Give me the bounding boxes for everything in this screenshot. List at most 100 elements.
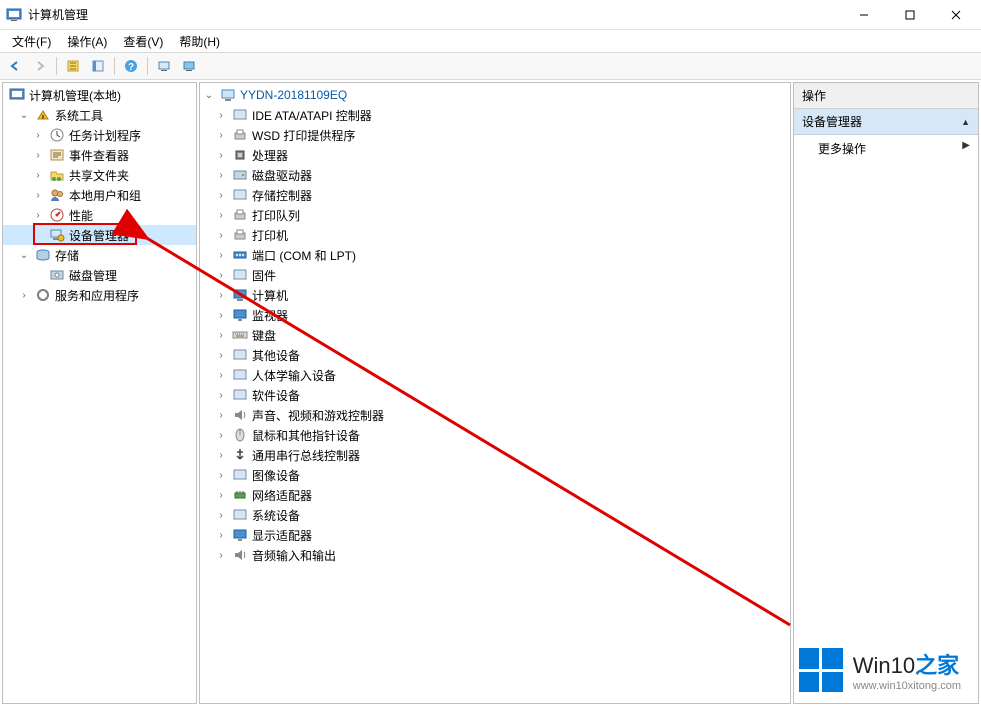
actions-section-label: 设备管理器 — [802, 113, 862, 130]
device-category[interactable]: ›音频输入和输出 — [200, 545, 790, 565]
menu-view[interactable]: 查看(V) — [115, 31, 171, 52]
expand-icon[interactable]: › — [31, 148, 45, 162]
expand-icon[interactable]: › — [214, 428, 228, 442]
device-category[interactable]: ›图像设备 — [200, 465, 790, 485]
system-device-icon — [232, 507, 248, 523]
tree-storage[interactable]: ⌄ 存储 — [3, 245, 196, 265]
device-category[interactable]: ›系统设备 — [200, 505, 790, 525]
device-category[interactable]: ›IDE ATA/ATAPI 控制器 — [200, 105, 790, 125]
forward-button[interactable] — [29, 55, 51, 77]
tree-root-computer-mgmt[interactable]: 计算机管理(本地) — [3, 85, 196, 105]
device-category[interactable]: › WSD 打印提供程序 — [200, 125, 790, 145]
device-category-label: 端口 (COM 和 LPT) — [252, 247, 356, 264]
device-category[interactable]: › 其他设备 — [200, 345, 790, 365]
collapse-icon[interactable]: ⌄ — [17, 108, 31, 122]
device-category[interactable]: › 计算机 — [200, 285, 790, 305]
expand-icon[interactable]: › — [17, 288, 31, 302]
expand-icon[interactable]: › — [31, 188, 45, 202]
tree-local-users[interactable]: › 本地用户和组 — [3, 185, 196, 205]
tree-label: 事件查看器 — [69, 147, 129, 164]
help-button[interactable]: ? — [120, 55, 142, 77]
printer-icon — [232, 227, 248, 243]
device-category[interactable]: ›磁盘驱动器 — [200, 165, 790, 185]
device-category[interactable]: › 声音、视频和游戏控制器 — [200, 405, 790, 425]
device-category[interactable]: ›鼠标和其他指针设备 — [200, 425, 790, 445]
show-hide-tree-button[interactable] — [62, 55, 84, 77]
tree-shared-folders[interactable]: › 共享文件夹 — [3, 165, 196, 185]
device-category[interactable]: ›固件 — [200, 265, 790, 285]
expand-icon[interactable]: › — [31, 168, 45, 182]
device-category[interactable]: ›软件设备 — [200, 385, 790, 405]
close-button[interactable] — [933, 0, 979, 30]
expand-icon[interactable]: › — [214, 488, 228, 502]
collapse-icon[interactable]: ⌄ — [17, 248, 31, 262]
menu-action[interactable]: 操作(A) — [59, 31, 115, 52]
device-category[interactable]: ›通用串行总线控制器 — [200, 445, 790, 465]
expand-icon[interactable]: › — [214, 248, 228, 262]
collapse-triangle-icon[interactable]: ▲ — [961, 117, 970, 127]
device-category[interactable]: › 监视器 — [200, 305, 790, 325]
collapse-icon[interactable]: ⌄ — [202, 88, 216, 102]
device-category[interactable]: ›显示适配器 — [200, 525, 790, 545]
expand-icon[interactable]: › — [214, 388, 228, 402]
maximize-button[interactable] — [887, 0, 933, 30]
view-button[interactable] — [178, 55, 200, 77]
expand-icon[interactable]: › — [214, 408, 228, 422]
device-category-label: WSD 打印提供程序 — [252, 127, 355, 144]
expand-icon[interactable]: › — [214, 128, 228, 142]
tree-task-scheduler[interactable]: › 任务计划程序 — [3, 125, 196, 145]
expand-icon[interactable]: › — [214, 348, 228, 362]
expand-icon[interactable]: › — [31, 128, 45, 142]
expand-icon[interactable]: › — [214, 148, 228, 162]
device-category[interactable]: ›打印机 — [200, 225, 790, 245]
expand-icon[interactable]: › — [214, 328, 228, 342]
expand-icon[interactable]: › — [214, 168, 228, 182]
device-category[interactable]: ›处理器 — [200, 145, 790, 165]
watermark-url: www.win10xitong.com — [853, 680, 961, 692]
actions-more[interactable]: 更多操作 ▶ — [794, 135, 978, 162]
menu-help[interactable]: 帮助(H) — [171, 31, 228, 52]
expand-icon[interactable]: › — [214, 208, 228, 222]
device-root[interactable]: ⌄ YYDN-20181109EQ — [200, 85, 790, 105]
device-category-label: 监视器 — [252, 307, 288, 324]
tree-label: 任务计划程序 — [69, 127, 141, 144]
expand-icon[interactable]: › — [214, 468, 228, 482]
back-button[interactable] — [4, 55, 26, 77]
expand-icon[interactable]: › — [31, 208, 45, 222]
device-category-label: 声音、视频和游戏控制器 — [252, 407, 384, 424]
audio-io-icon — [232, 547, 248, 563]
device-category[interactable]: ›存储控制器 — [200, 185, 790, 205]
console-tree-pane: 计算机管理(本地) ⌄ 系统工具 › 任务计划程序 › 事件查看器 › 共享文件… — [2, 82, 197, 704]
device-category-label: 其他设备 — [252, 347, 300, 364]
tree-services-apps[interactable]: › 服务和应用程序 — [3, 285, 196, 305]
expand-icon[interactable]: › — [214, 268, 228, 282]
tree-performance[interactable]: › 性能 — [3, 205, 196, 225]
ide-controller-icon — [232, 107, 248, 123]
usb-controller-icon — [232, 447, 248, 463]
expand-icon[interactable]: › — [214, 108, 228, 122]
expand-icon[interactable]: › — [214, 548, 228, 562]
tree-event-viewer[interactable]: › 事件查看器 — [3, 145, 196, 165]
device-category[interactable]: › 端口 (COM 和 LPT) — [200, 245, 790, 265]
expand-icon[interactable]: › — [214, 228, 228, 242]
expand-icon[interactable]: › — [214, 368, 228, 382]
device-category[interactable]: ›人体学输入设备 — [200, 365, 790, 385]
device-category[interactable]: ›网络适配器 — [200, 485, 790, 505]
properties-button[interactable] — [87, 55, 109, 77]
tree-disk-mgmt[interactable]: › 磁盘管理 — [3, 265, 196, 285]
menu-file[interactable]: 文件(F) — [4, 31, 59, 52]
tree-system-tools[interactable]: ⌄ 系统工具 — [3, 105, 196, 125]
expand-icon[interactable]: › — [214, 508, 228, 522]
device-category[interactable]: ›打印队列 — [200, 205, 790, 225]
minimize-button[interactable] — [841, 0, 887, 30]
device-category[interactable]: ›键盘 — [200, 325, 790, 345]
expand-icon[interactable]: › — [214, 188, 228, 202]
expand-icon[interactable]: › — [214, 528, 228, 542]
scan-button[interactable] — [153, 55, 175, 77]
actions-section[interactable]: 设备管理器 ▲ — [794, 109, 978, 135]
expand-icon[interactable]: › — [214, 288, 228, 302]
expand-icon[interactable]: › — [214, 308, 228, 322]
device-category-label: 计算机 — [252, 287, 288, 304]
mouse-icon — [232, 427, 248, 443]
expand-icon[interactable]: › — [214, 448, 228, 462]
